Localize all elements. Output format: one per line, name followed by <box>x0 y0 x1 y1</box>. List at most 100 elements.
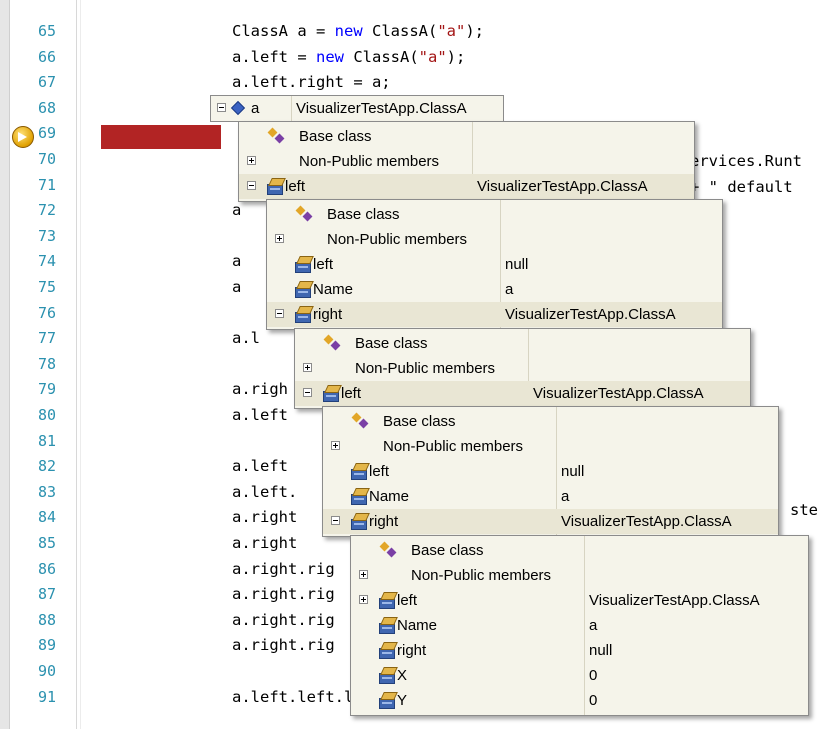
datatip-row-name: right <box>397 642 427 659</box>
datatip-row-value: a <box>561 488 570 505</box>
collapse-icon[interactable] <box>247 181 256 190</box>
datatip-row[interactable]: Non-Public members <box>351 563 808 588</box>
datatip-row[interactable]: Base class <box>351 538 808 563</box>
current-statement-highlight <box>101 125 221 149</box>
expand-icon[interactable] <box>359 595 368 604</box>
code-line[interactable]: a.right.rig <box>232 632 335 658</box>
datatip-row[interactable]: Base class <box>239 124 694 149</box>
expand-icon[interactable] <box>303 363 312 372</box>
code-fragment-line-71: + " default <box>690 178 793 196</box>
code-fragment-line-70: ervices.Runt <box>690 152 802 170</box>
code-line[interactable]: a.left <box>232 402 288 428</box>
base-class-icon <box>295 205 313 222</box>
field-icon <box>267 178 286 195</box>
gutter-divider-secondary <box>80 0 81 729</box>
code-line[interactable]: a.left <box>232 453 288 479</box>
expand-icon[interactable] <box>331 441 340 450</box>
code-line[interactable]: a.right.rig <box>232 556 335 582</box>
code-line[interactable]: a.right.rig <box>232 607 335 633</box>
line-number: 67 <box>38 73 57 91</box>
datatip-row[interactable]: Name a <box>351 613 808 638</box>
datatip-row-name: Non-Public members <box>411 567 552 584</box>
code-line[interactable]: a.right <box>232 504 297 530</box>
breakpoint-arrow-icon[interactable] <box>12 126 34 148</box>
datatip-row[interactable]: Non-Public members <box>267 227 722 252</box>
code-line[interactable]: a <box>232 248 241 274</box>
base-class-icon <box>379 541 397 558</box>
datatip-row-value: VisualizerTestApp.ClassA <box>533 385 704 402</box>
code-line[interactable]: a.left.right = a; <box>232 69 391 95</box>
line-number: 71 <box>38 176 57 194</box>
datatip-row[interactable]: X0 <box>351 663 808 688</box>
datatip-row[interactable]: Non-Public members <box>295 356 750 381</box>
datatip-row-name: left <box>341 385 362 402</box>
datatip-row[interactable]: left VisualizerTestApp.ClassA <box>239 174 694 199</box>
datatip-row[interactable]: right VisualizerTestApp.ClassA <box>267 302 722 327</box>
datatip-root[interactable]: a VisualizerTestApp.ClassA <box>210 95 504 122</box>
expand-icon[interactable] <box>275 234 284 243</box>
datatip-row-value: VisualizerTestApp.ClassA <box>477 178 648 195</box>
code-line[interactable]: a <box>232 274 241 300</box>
datatip-row-name: left <box>285 178 306 195</box>
line-number: 65 <box>38 22 57 40</box>
code-line[interactable]: a.right.rig <box>232 581 335 607</box>
code-line[interactable]: a.righ <box>232 376 288 402</box>
datatip-row-name: Name <box>313 281 354 298</box>
datatip-row-value: null <box>589 642 613 659</box>
datatip-row-name: Base class <box>299 128 372 145</box>
field-icon <box>379 617 398 634</box>
datatip-row[interactable]: left null <box>267 252 722 277</box>
editor-margin <box>0 0 10 729</box>
datatip-row-name: left <box>397 592 418 609</box>
datatip-panel-level-2[interactable]: Base class Non-Public members left null Name… <box>266 199 723 330</box>
datatip-panel-level-3[interactable]: Base class Non-Public members left Visualiz… <box>294 328 751 409</box>
datatip-row[interactable]: right VisualizerTestApp.ClassA <box>323 509 778 534</box>
line-number: 91 <box>38 688 57 706</box>
field-icon <box>379 667 398 684</box>
datatip-row[interactable]: Y0 <box>351 688 808 713</box>
datatip-row-value: null <box>561 463 585 480</box>
code-line[interactable]: a.l <box>232 325 260 351</box>
datatip-panel-level-4[interactable]: Base class Non-Public members left null Name… <box>322 406 779 537</box>
code-line[interactable]: ClassA a = new ClassA("a"); <box>232 18 484 44</box>
collapse-icon[interactable] <box>303 388 312 397</box>
datatip-row-name: Base class <box>411 542 484 559</box>
datatip-row[interactable]: Base class <box>295 331 750 356</box>
datatip-row-value: 0 <box>589 692 598 709</box>
datatip-row-name: right <box>369 513 399 530</box>
line-number: 77 <box>38 329 57 347</box>
code-line[interactable]: a.left. <box>232 479 297 505</box>
field-icon <box>295 281 314 298</box>
datatip-row-name: left <box>313 256 334 273</box>
line-number: 68 <box>38 99 57 117</box>
datatip-row-name: X <box>397 667 408 684</box>
datatip-row[interactable]: Non-Public members <box>323 434 778 459</box>
collapse-icon[interactable] <box>275 309 284 318</box>
collapse-icon[interactable] <box>331 516 340 525</box>
datatip-panel-level-5[interactable]: Base class Non-Public members left Visualiz… <box>350 535 809 716</box>
datatip-row[interactable]: left null <box>323 459 778 484</box>
code-line[interactable]: a.left = new ClassA("a"); <box>232 44 465 70</box>
local-variable-icon <box>230 100 246 116</box>
datatip-row[interactable]: right null <box>351 638 808 663</box>
datatip-row[interactable]: left VisualizerTestApp.ClassA <box>295 381 750 406</box>
datatip-row-name: Base class <box>355 335 428 352</box>
expand-icon[interactable] <box>359 570 368 579</box>
datatip-row[interactable]: Base class <box>323 409 778 434</box>
datatip-row[interactable]: Name a <box>267 277 722 302</box>
field-icon <box>295 256 314 273</box>
line-number: 87 <box>38 585 57 603</box>
line-number: 78 <box>38 355 57 373</box>
datatip-row-value: null <box>505 256 529 273</box>
datatip-row[interactable]: left VisualizerTestApp.ClassA <box>351 588 808 613</box>
datatip-root-name: a <box>251 100 260 117</box>
datatip-row[interactable]: Base class <box>267 202 722 227</box>
expand-icon[interactable] <box>247 156 256 165</box>
datatip-row[interactable]: Non-Public members <box>239 149 694 174</box>
datatip-panel-level-1[interactable]: Base class Non-Public members left Visualiz… <box>238 121 695 202</box>
line-number: 66 <box>38 48 57 66</box>
collapse-icon[interactable] <box>217 103 226 112</box>
code-line[interactable]: a.right <box>232 530 297 556</box>
column-divider <box>291 96 292 121</box>
datatip-row[interactable]: Name a <box>323 484 778 509</box>
